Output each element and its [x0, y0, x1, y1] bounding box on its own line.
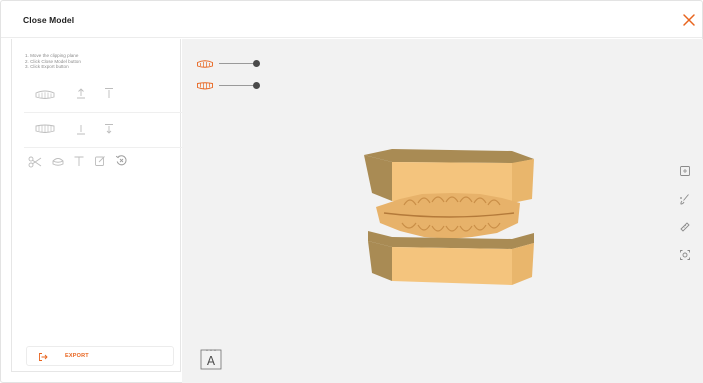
instruction-step: 3. Click Export button	[25, 64, 69, 70]
export-label: EXPORT	[65, 353, 89, 359]
upper-jaw-icon[interactable]	[196, 59, 214, 69]
slider-track	[219, 63, 255, 64]
export-icon	[39, 353, 48, 361]
export-button[interactable]: EXPORT	[26, 346, 174, 366]
upper-jaw-icon[interactable]	[34, 89, 56, 101]
left-panel: 1. Move the clipping plane 2. Click Clos…	[11, 39, 182, 372]
label-tool-icon[interactable]: A	[200, 348, 222, 370]
base-model-icon[interactable]	[51, 155, 65, 167]
close-model-dialog: Close Model 1. Move the clipping plane 2…	[0, 0, 703, 383]
text-icon[interactable]	[73, 155, 85, 167]
close-icon[interactable]	[682, 13, 696, 27]
3d-viewport[interactable]: A	[182, 39, 703, 383]
slider-track	[219, 85, 255, 86]
reset-icon[interactable]	[115, 154, 128, 167]
upper-clip-slider	[196, 58, 276, 70]
slider-handle[interactable]	[253, 60, 260, 67]
move-down-icon[interactable]	[104, 123, 114, 135]
move-up-icon[interactable]	[76, 123, 86, 135]
lower-jaw-row	[24, 118, 182, 146]
slider-handle[interactable]	[253, 82, 260, 89]
lower-clip-slider	[196, 80, 276, 92]
edit-icon[interactable]	[94, 155, 106, 167]
lower-jaw-icon[interactable]	[34, 123, 56, 135]
scissors-icon[interactable]	[28, 156, 42, 168]
view-toolbar	[679, 165, 693, 265]
instructions-list: 1. Move the clipping plane 2. Click Clos…	[25, 53, 81, 70]
ruler-icon[interactable]	[679, 221, 691, 233]
dental-model[interactable]	[362, 149, 537, 287]
brush-icon[interactable]	[679, 193, 691, 205]
tools-row	[24, 149, 182, 177]
divider	[24, 112, 182, 113]
lower-jaw-icon[interactable]	[196, 81, 214, 91]
instruction-step: 1. Move the clipping plane	[25, 53, 79, 58]
label-tool-glyph: A	[207, 354, 216, 368]
title-bar: Close Model	[1, 1, 702, 38]
screenshot-icon[interactable]	[679, 249, 691, 261]
divider	[24, 147, 182, 148]
move-top-icon[interactable]	[104, 87, 114, 99]
move-up-icon[interactable]	[76, 87, 86, 99]
dialog-title: Close Model	[23, 15, 75, 25]
fit-view-icon[interactable]	[679, 165, 691, 177]
upper-jaw-row	[24, 81, 182, 109]
